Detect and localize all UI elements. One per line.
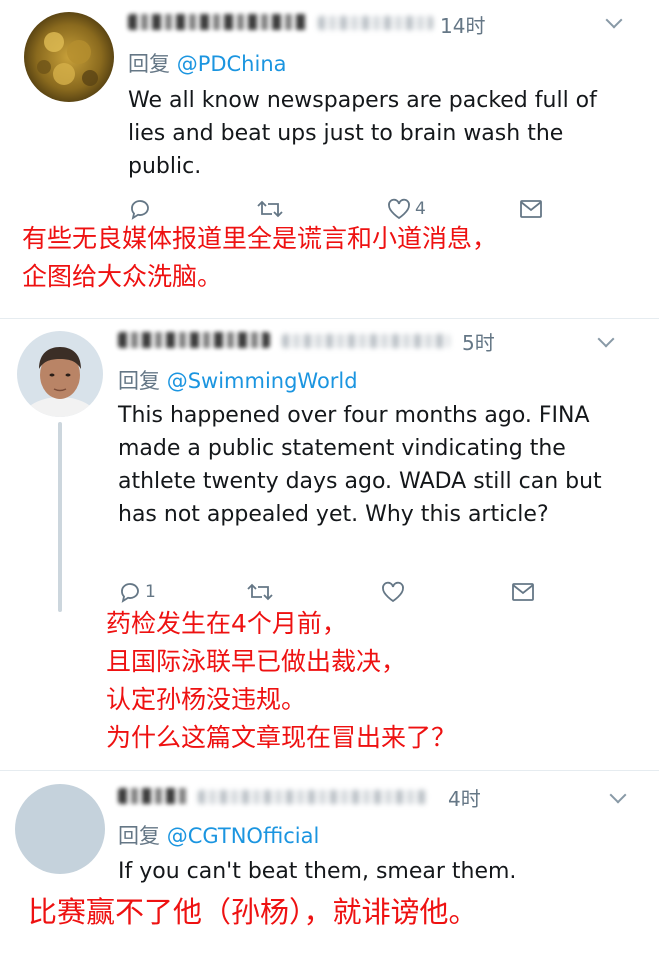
man-portrait-avatar-image xyxy=(17,331,103,417)
like-icon xyxy=(388,198,410,220)
tweet-timestamp[interactable]: 5时 xyxy=(462,327,495,356)
tweet-text: If you can't beat them, smear them. xyxy=(118,859,517,884)
reply-context: 回复 @CGTNOfficial xyxy=(118,820,319,850)
annotation-line: 有些无良媒体报道里全是谎言和小道消息， xyxy=(22,224,498,253)
retweet-icon xyxy=(247,583,273,601)
tweet-timestamp[interactable]: 14时 xyxy=(440,10,485,39)
like-count: 4 xyxy=(415,199,426,219)
reply-prefix: 回复 xyxy=(118,369,160,393)
red-annotation: 药检发生在4个月前， 且国际泳联早已做出裁决， 认定孙杨没违规。 为什么这篇文章… xyxy=(106,605,456,757)
annotation-line: 且国际泳联早已做出裁决， xyxy=(106,647,407,676)
redacted-display-name[interactable] xyxy=(118,332,270,348)
retweet-icon xyxy=(257,200,283,218)
tweet-3[interactable]: 4时 回复 @CGTNOfficial If you can't beat th… xyxy=(0,771,659,968)
annotation-line: 药检发生在4个月前， xyxy=(106,609,347,638)
like-button[interactable]: 4 xyxy=(386,198,426,220)
annotation-line: 为什么这篇文章现在冒出来了？ xyxy=(106,723,457,752)
reply-icon xyxy=(121,583,139,603)
chevron-down-icon[interactable] xyxy=(597,330,615,348)
reply-prefix: 回复 xyxy=(128,52,170,76)
redacted-handle[interactable] xyxy=(318,16,433,30)
tweet-actions: 1 xyxy=(118,581,578,607)
reply-to-mention-link[interactable]: @SwimmingWorld xyxy=(167,369,358,393)
red-annotation: 比赛赢不了他（孙杨），就诽谤他。 xyxy=(28,893,478,931)
like-icon xyxy=(382,581,404,603)
annotation-line: 比赛赢不了他（孙杨），就诽谤他。 xyxy=(28,895,478,929)
reply-context: 回复 @SwimmingWorld xyxy=(118,365,358,395)
annotation-line: 企图给大众洗脑。 xyxy=(22,262,223,291)
gold-nugget-avatar-image xyxy=(24,12,114,102)
reply-context: 回复 @PDChina xyxy=(128,48,287,78)
redacted-handle[interactable] xyxy=(282,334,450,348)
tweet-2[interactable]: 5时 回复 @SwimmingWorld This happened over … xyxy=(0,319,659,770)
tweet-text: This happened over four months ago. FINA… xyxy=(118,403,602,527)
redacted-display-name[interactable] xyxy=(118,788,190,804)
avatar[interactable] xyxy=(17,331,103,417)
reply-to-mention-link[interactable]: @CGTNOfficial xyxy=(167,824,320,848)
avatar[interactable] xyxy=(15,784,105,874)
thread-connector-line xyxy=(58,422,62,612)
direct-message-button[interactable] xyxy=(510,581,536,603)
direct-message-button[interactable] xyxy=(518,198,544,220)
message-icon xyxy=(520,200,542,218)
annotation-line: 认定孙杨没违规。 xyxy=(106,685,307,714)
message-icon xyxy=(512,583,534,601)
tweet-1[interactable]: 14时 回复 @PDChina We all know newspapers a… xyxy=(0,0,659,318)
tweet-timestamp[interactable]: 4时 xyxy=(448,783,481,812)
chevron-down-icon[interactable] xyxy=(605,11,623,29)
reply-button[interactable]: 1 xyxy=(118,581,156,603)
red-annotation: 有些无良媒体报道里全是谎言和小道消息， 企图给大众洗脑。 xyxy=(22,220,497,296)
retweet-button[interactable] xyxy=(256,198,284,220)
like-button[interactable] xyxy=(380,581,409,603)
reply-count: 1 xyxy=(145,582,156,602)
tweet-text: We all know newspapers are packed full o… xyxy=(128,88,597,179)
reply-icon xyxy=(131,200,149,220)
redacted-handle[interactable] xyxy=(198,790,428,804)
chevron-down-icon[interactable] xyxy=(609,786,627,804)
reply-prefix: 回复 xyxy=(118,824,160,848)
redacted-display-name[interactable] xyxy=(128,14,308,30)
reply-to-mention-link[interactable]: @PDChina xyxy=(177,52,287,76)
avatar[interactable] xyxy=(24,12,114,102)
reply-button[interactable] xyxy=(128,198,155,220)
retweet-button[interactable] xyxy=(246,581,274,603)
